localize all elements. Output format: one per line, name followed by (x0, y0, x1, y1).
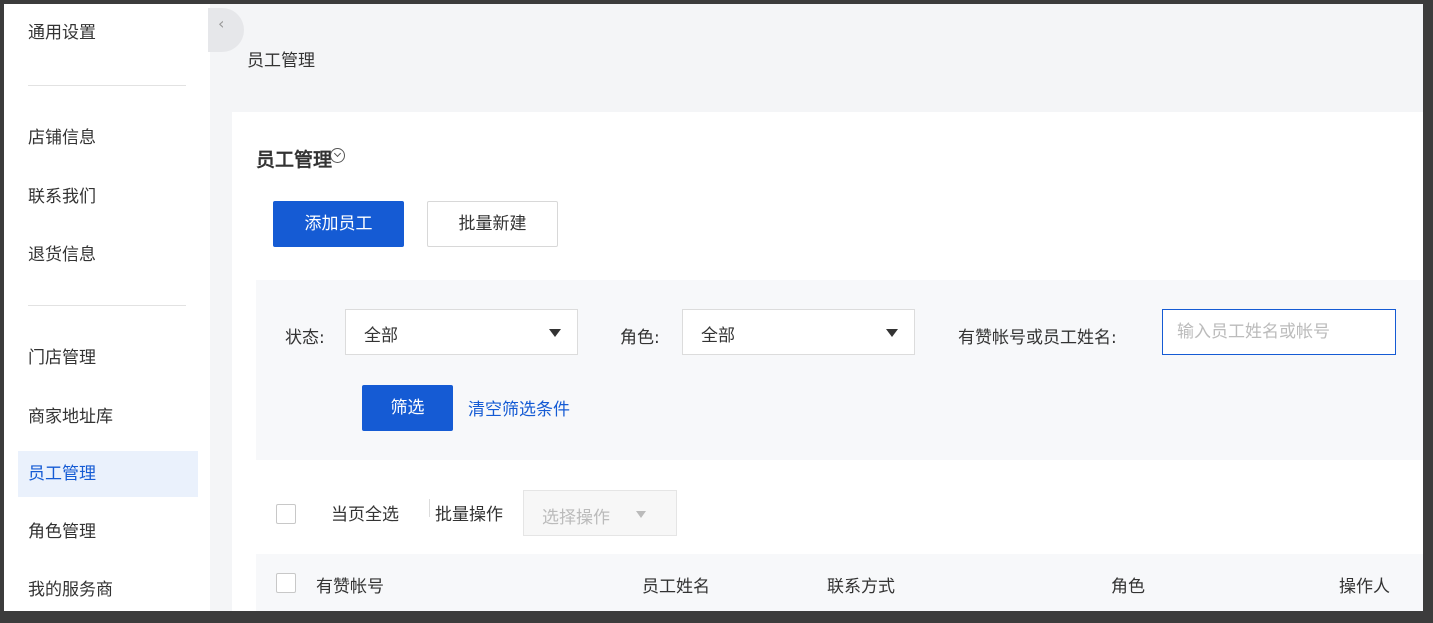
caret-down-icon (549, 329, 561, 337)
column-header-staff-name: 员工姓名 (642, 577, 710, 597)
sidebar-divider (28, 85, 186, 86)
sidebar-item-general-settings[interactable]: 通用设置 (18, 10, 198, 56)
role-label: 角色: (620, 328, 660, 348)
breadcrumb: 员工管理 (247, 51, 315, 71)
main-panel: 员工管理 添加员工 批量新建 状态: 全部 角色: 全部 有赞帐号或员工姓名: … (232, 112, 1423, 611)
chevron-circle-down-icon[interactable] (330, 148, 345, 163)
sidebar-item-return-info[interactable]: 退货信息 (18, 232, 198, 278)
batch-create-button[interactable]: 批量新建 (427, 201, 558, 247)
account-name-label: 有赞帐号或员工姓名: (958, 328, 1117, 348)
sidebar-item-role-management[interactable]: 角色管理 (18, 509, 198, 555)
status-select[interactable]: 全部 (345, 309, 578, 355)
role-select[interactable]: 全部 (682, 309, 915, 355)
column-header-contact: 联系方式 (827, 577, 895, 597)
sidebar-item-contact-us[interactable]: 联系我们 (18, 174, 198, 220)
caret-down-icon (886, 329, 898, 337)
sidebar-item-store-info[interactable]: 店铺信息 (18, 115, 198, 161)
clear-filters-link[interactable]: 清空筛选条件 (468, 395, 570, 420)
sidebar-item-staff-management[interactable]: 员工管理 (18, 451, 198, 497)
sidebar-item-merchant-address[interactable]: 商家地址库 (18, 394, 198, 440)
batch-operations-label: 批量操作 (435, 505, 503, 525)
select-operation-dropdown[interactable]: 选择操作 (523, 490, 677, 536)
filter-button[interactable]: 筛选 (362, 385, 453, 431)
filter-area: 状态: 全部 角色: 全部 有赞帐号或员工姓名: 筛选 清空筛选条件 (256, 280, 1423, 460)
column-header-account: 有赞帐号 (316, 577, 384, 597)
add-staff-button[interactable]: 添加员工 (273, 201, 404, 247)
column-header-role: 角色 (1111, 577, 1145, 597)
sidebar-item-my-service-providers[interactable]: 我的服务商 (18, 567, 198, 611)
sidebar-divider (28, 305, 186, 306)
select-all-checkbox[interactable] (276, 504, 296, 524)
divider (429, 499, 430, 517)
column-header-operator: 操作人 (1339, 577, 1390, 597)
role-select-value: 全部 (701, 326, 735, 346)
sidebar-item-store-management[interactable]: 门店管理 (18, 335, 198, 381)
sidebar-collapse-button[interactable]: ‹ (208, 8, 244, 52)
select-operation-label: 选择操作 (542, 508, 610, 528)
header-checkbox[interactable] (276, 573, 296, 593)
status-label: 状态: (285, 328, 325, 348)
page-title: 员工管理 (256, 149, 333, 171)
table-header: 有赞帐号 员工姓名 联系方式 角色 操作人 (256, 554, 1423, 611)
select-all-label[interactable]: 当页全选 (331, 500, 399, 525)
status-select-value: 全部 (364, 326, 398, 346)
app-window: 通用设置 店铺信息 联系我们 退货信息 门店管理 商家地址库 员工管理 角色管理… (4, 4, 1423, 611)
caret-down-icon (636, 511, 646, 518)
chevron-left-icon: ‹ (218, 14, 225, 33)
account-search-input[interactable] (1162, 309, 1396, 355)
sidebar: 通用设置 店铺信息 联系我们 退货信息 门店管理 商家地址库 员工管理 角色管理… (4, 4, 210, 611)
